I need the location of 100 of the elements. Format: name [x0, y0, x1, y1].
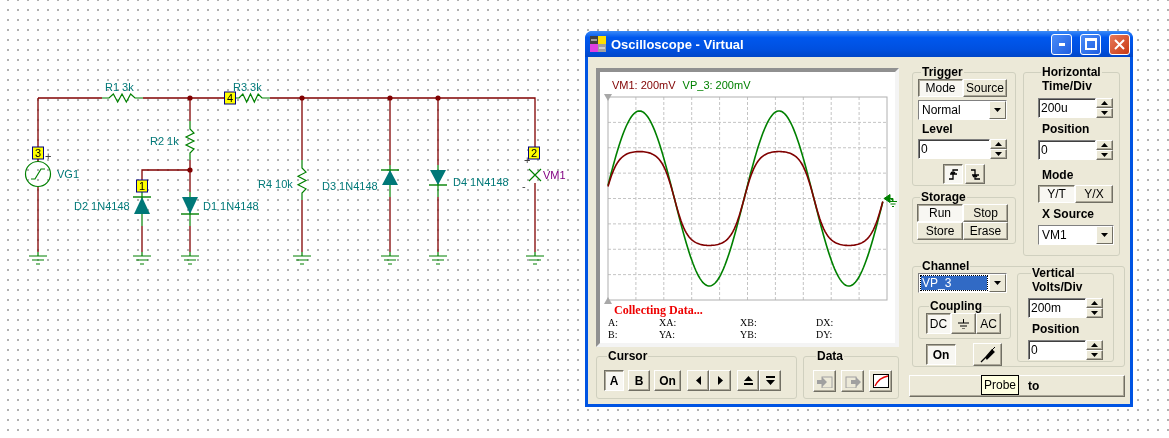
group-title: Horizontal [1041, 65, 1102, 79]
minimize-icon [1058, 42, 1065, 46]
readout-label: DY: [816, 329, 834, 340]
storage-button[interactable]: Store [917, 222, 963, 240]
component-label: VM1 [543, 169, 566, 181]
junction-dot [187, 95, 193, 101]
ground-icon [292, 251, 312, 265]
diode-drawing [380, 164, 400, 198]
group-title: Vertical [1031, 266, 1076, 280]
group-title: Storage [920, 190, 967, 204]
wire [389, 196, 391, 253]
caret-icon [994, 108, 1001, 112]
input-field[interactable]: 200m [1028, 298, 1086, 318]
up-arrow-icon [1091, 301, 1098, 305]
coupling-button[interactable]: DC [926, 313, 951, 334]
tooltip: Probe [981, 375, 1020, 395]
tab[interactable]: Mode [918, 79, 963, 97]
tab[interactable]: Source [963, 79, 1007, 97]
component-label: R2 1k [150, 135, 179, 147]
field-label: Volts/Div [1031, 280, 1084, 295]
dropdown[interactable]: Normal [918, 100, 1007, 120]
ground-icon [132, 251, 152, 265]
status-text: Collecting Data... [613, 303, 704, 317]
readout-label: YB: [740, 329, 758, 340]
cursor-button[interactable]: On [654, 370, 681, 391]
diode-drawing [180, 191, 200, 227]
coupling-button[interactable]: AC [976, 313, 1001, 334]
ground-icon [28, 251, 48, 265]
spin-down-button[interactable] [1086, 308, 1103, 318]
field-label: Mode [1041, 168, 1075, 183]
component-label: VG1 [57, 168, 79, 180]
component-label: R3 3k [233, 81, 262, 93]
polarity-mark: + [524, 154, 531, 166]
wire [37, 186, 39, 253]
wire [141, 225, 143, 253]
storage-button[interactable]: Stop [963, 204, 1008, 222]
edge-button[interactable] [943, 164, 963, 184]
minimize-button[interactable] [1051, 33, 1072, 55]
spin-down-button[interactable] [1096, 108, 1113, 118]
probe-button[interactable] [973, 343, 1002, 366]
dropdown[interactable]: VM1 [1038, 225, 1114, 245]
ground-icon [180, 251, 200, 265]
marker-icon [604, 94, 612, 101]
dropdown-button[interactable] [989, 101, 1006, 119]
dropdown-button[interactable] [1096, 226, 1113, 244]
group-title: Channel [921, 259, 971, 273]
maximize-button[interactable] [1080, 33, 1101, 55]
spin-up-button[interactable] [1086, 340, 1103, 350]
storage-button[interactable]: Erase [963, 222, 1008, 240]
dropdown-button[interactable] [989, 274, 1006, 292]
trace-legend: VM1: 200mV [612, 78, 676, 91]
down-button[interactable] [759, 370, 781, 391]
spin-up-button[interactable] [1096, 140, 1113, 150]
resistor-drawing [296, 159, 308, 201]
spin-down-button[interactable] [1096, 150, 1113, 160]
storage-button[interactable]: Run [917, 204, 963, 222]
readout-label: B: [608, 329, 619, 340]
wire [189, 225, 191, 253]
falling-edge-icon [970, 168, 980, 180]
mode-button[interactable]: Y/T [1038, 185, 1075, 203]
probe-icon [979, 346, 996, 363]
left-button[interactable] [687, 370, 709, 391]
field-label: X Source [1041, 207, 1096, 222]
component-label: D2 1N4148 [74, 200, 130, 212]
diode-drawing [428, 164, 448, 198]
spin-down-button[interactable] [990, 149, 1007, 159]
down-arrow-icon [995, 152, 1002, 156]
up-arrow-icon [743, 376, 753, 385]
ground-marker-icon [883, 194, 898, 207]
input-field[interactable]: 0 [918, 139, 990, 159]
mode-button[interactable]: Y/X [1075, 185, 1113, 203]
spin-up-button[interactable] [1086, 298, 1103, 308]
channel-on-button[interactable]: On [926, 344, 956, 365]
group-title: Data [816, 349, 844, 363]
field-label: Position [1031, 322, 1081, 337]
right-button[interactable] [709, 370, 731, 391]
input-field[interactable]: 200u [1038, 98, 1096, 118]
component-label: R4 10k [258, 178, 293, 190]
field-label: Position [1041, 122, 1091, 137]
group-title: Cursor [607, 349, 649, 363]
spin-down-button[interactable] [1086, 350, 1103, 360]
spin-up-button[interactable] [1096, 98, 1113, 108]
export-icon [844, 373, 861, 388]
voltage-source-drawing [24, 160, 52, 188]
input-field[interactable]: 0 [1038, 140, 1096, 160]
coupling-button[interactable] [951, 313, 976, 334]
dropdown[interactable]: VP_3 [918, 273, 1007, 293]
component-label: D1 1N4148 [203, 200, 259, 212]
ground-icon [380, 251, 400, 265]
wire [301, 199, 303, 253]
spin-up-button[interactable] [990, 139, 1007, 149]
readout-label: A: [608, 317, 619, 328]
close-button[interactable] [1109, 33, 1130, 55]
cursor-button[interactable]: A [604, 370, 624, 391]
up-button[interactable] [737, 370, 759, 391]
input-field[interactable]: 0 [1028, 340, 1086, 360]
cursor-button[interactable]: B [628, 370, 650, 391]
field-label: Level [921, 122, 954, 137]
data-button[interactable] [869, 369, 892, 392]
rising-edge-icon [948, 168, 958, 180]
